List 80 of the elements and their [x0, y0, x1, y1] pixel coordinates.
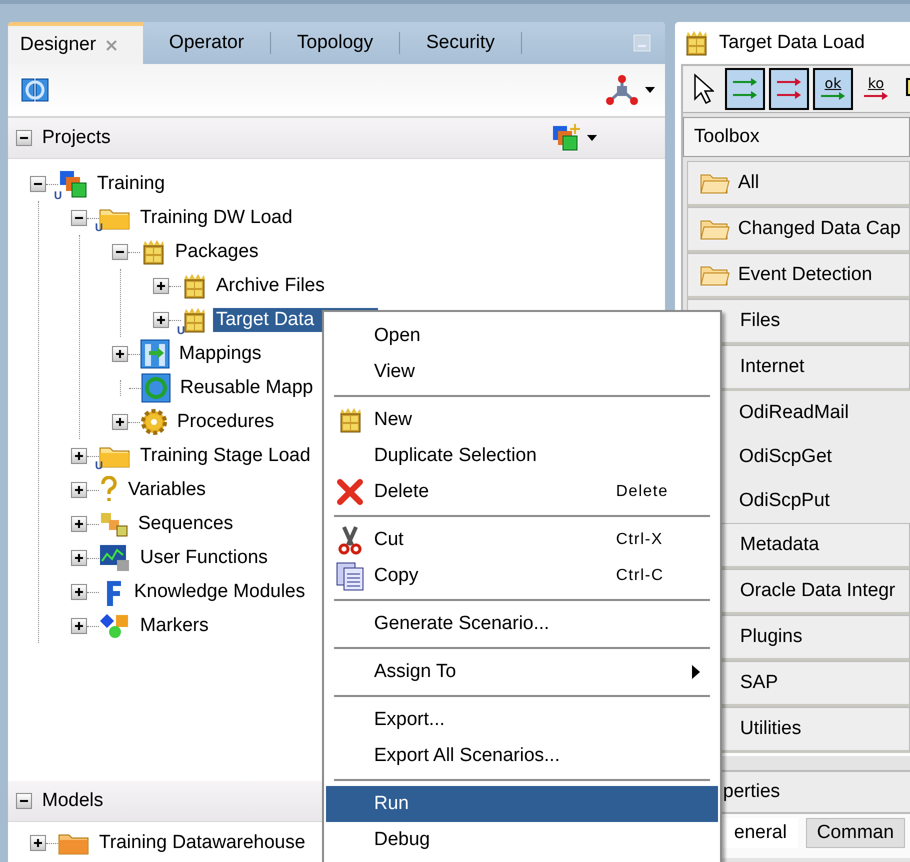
toolbox-group[interactable]: All [687, 161, 910, 207]
flow-tool-button[interactable] [769, 68, 809, 110]
dropdown-caret-icon [645, 87, 655, 93]
toolbox-header[interactable]: Toolbox [683, 117, 910, 157]
section-title: Projects [42, 127, 111, 149]
tree-item[interactable]: Mappings [176, 342, 264, 366]
navigator-tab[interactable]: Designer [8, 22, 144, 64]
tree-item[interactable]: Training Stage Load [137, 444, 314, 468]
package-icon [181, 273, 207, 299]
tree-item[interactable]: Training [94, 172, 168, 196]
expand-toggle[interactable] [153, 278, 169, 294]
expand-toggle[interactable] [153, 312, 169, 328]
menu-item[interactable]: Debug [326, 822, 718, 858]
submenu-arrow-icon [692, 665, 700, 679]
shortcut-label: Delete [616, 483, 670, 501]
tree-item[interactable]: Sequences [135, 512, 236, 536]
flow-tool-button[interactable] [725, 68, 765, 110]
connect-icon [605, 74, 639, 106]
expand-toggle[interactable] [71, 448, 87, 464]
menu-item[interactable]: Run [326, 786, 718, 822]
sequence-icon [99, 510, 129, 538]
pointer-icon [692, 72, 714, 106]
minimize-icon [633, 34, 651, 52]
folder-icon [700, 172, 730, 194]
tree-item[interactable]: Procedures [174, 410, 278, 434]
section-title: Models [42, 790, 104, 812]
properties-tab[interactable]: eneral [723, 818, 798, 848]
status-label: U [95, 460, 103, 472]
navigator-tab[interactable]: Operator [143, 32, 272, 54]
collapse-toggle[interactable] [30, 176, 46, 192]
tree-item[interactable]: Packages [172, 240, 262, 264]
shortcut-label: Ctrl-C [616, 567, 665, 585]
expand-toggle[interactable] [71, 584, 87, 600]
collapse-toggle[interactable] [71, 210, 87, 226]
toolbox-group[interactable]: Changed Data Cap [687, 207, 910, 253]
tree-item[interactable]: Reusable Mapp [177, 376, 316, 400]
expand-toggle[interactable] [30, 835, 46, 851]
tree-item[interactable]: Markers [137, 614, 212, 638]
collapse-toggle[interactable] [112, 244, 128, 260]
tree-item[interactable]: Variables [125, 478, 209, 502]
tree-item[interactable]: Training DW Load [137, 206, 296, 230]
question-mark-icon [99, 476, 119, 504]
gear-icon [140, 408, 168, 436]
expand-toggle[interactable] [112, 346, 128, 362]
collapse-toggle[interactable] [16, 793, 32, 809]
delete-icon [336, 478, 364, 506]
scissors-icon [336, 525, 364, 555]
chart-icon [99, 544, 131, 572]
copy-icon [335, 561, 365, 591]
expand-toggle[interactable] [71, 550, 87, 566]
status-label: U [95, 222, 103, 234]
expand-toggle[interactable] [71, 482, 87, 498]
reusable-mapping-icon [141, 373, 171, 403]
flow-tool-button[interactable]: ok [813, 68, 853, 110]
folder-icon [700, 264, 730, 286]
mapping-icon [140, 339, 170, 369]
expand-toggle[interactable] [112, 414, 128, 430]
tree-item[interactable]: Training Datawarehouse [96, 831, 308, 855]
package-icon [337, 407, 363, 433]
navigator-tab[interactable]: Topology [271, 32, 400, 54]
expand-toggle[interactable] [71, 516, 87, 532]
shortcut-label: Ctrl-X [616, 531, 664, 549]
status-label: U [177, 325, 185, 337]
expand-toggle[interactable] [71, 618, 87, 634]
marker-icon [99, 612, 131, 640]
add-project-icon [551, 123, 581, 153]
toolbox-group[interactable]: Event Detection [687, 253, 910, 299]
navigator-tab[interactable]: Security [400, 32, 522, 54]
properties-tab[interactable]: Comman [806, 818, 905, 848]
package-icon [140, 239, 166, 265]
status-label: U [54, 190, 62, 202]
tree-item[interactable]: User Functions [137, 546, 271, 570]
tree-item[interactable]: Archive Files [213, 274, 328, 298]
close-icon [106, 40, 118, 50]
collapse-toggle[interactable] [16, 130, 32, 146]
dropdown-caret-icon [587, 135, 597, 141]
folder-icon [700, 218, 730, 240]
tree-item[interactable]: Knowledge Modules [131, 580, 308, 604]
flow-tool-button[interactable]: ko [857, 68, 895, 110]
package-icon [683, 30, 709, 56]
